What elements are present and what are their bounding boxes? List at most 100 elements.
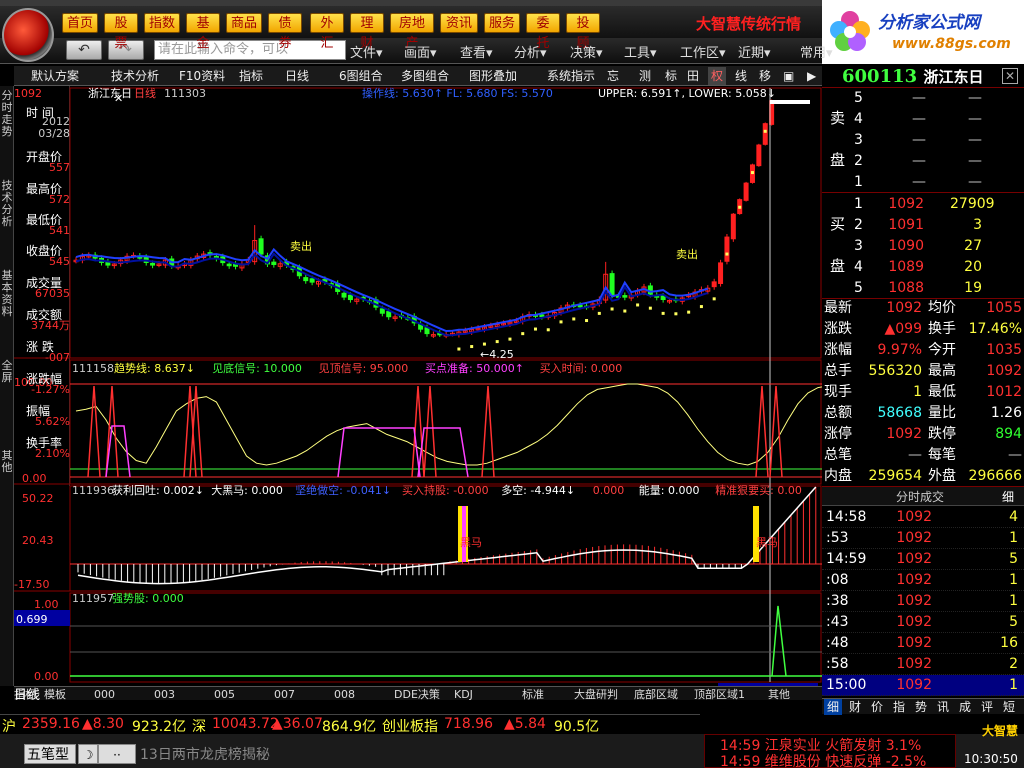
back-button[interactable]: ↶: [66, 40, 102, 60]
menu-6[interactable]: 外汇: [310, 13, 344, 51]
indicator-tab-3[interactable]: 003: [154, 688, 175, 702]
ticker-amount-1: 864.9亿: [322, 719, 377, 735]
ticker-amount-2: 90.5亿: [554, 719, 600, 735]
tab-6[interactable]: 多图组合: [398, 67, 452, 85]
menu-8[interactable]: 房地产: [390, 13, 434, 51]
tab-3[interactable]: 指标: [236, 67, 266, 85]
indicator-tab-11[interactable]: 底部区域: [634, 688, 678, 702]
menu-3[interactable]: 基金: [186, 13, 220, 51]
menu-0[interactable]: 首页: [62, 13, 98, 33]
input-mode-button[interactable]: 五笔型: [24, 744, 76, 764]
tab-16[interactable]: ▣: [780, 67, 797, 85]
menu2-item-2[interactable]: 查看▾: [460, 42, 493, 61]
menu-9[interactable]: 资讯: [440, 13, 478, 33]
tab-17[interactable]: ▶: [804, 67, 819, 85]
panel-frame-1: [69, 359, 822, 485]
tab-1[interactable]: 技术分析: [108, 67, 162, 85]
info-value-10: 2.10%: [35, 447, 70, 460]
tick-row-1: 1: [1009, 530, 1018, 546]
candle: [347, 294, 353, 301]
menu2-item-3[interactable]: 分析▾: [514, 42, 547, 61]
tab-2[interactable]: F10资料: [176, 67, 228, 85]
app-logo-icon[interactable]: [2, 8, 54, 62]
tab-0[interactable]: 默认方案: [28, 67, 82, 85]
menu-4[interactable]: 商品: [226, 13, 262, 33]
ticker-price-0: 2359.16: [22, 716, 80, 732]
signal-dot: [763, 129, 767, 133]
right-tab-5[interactable]: 讯: [934, 699, 952, 715]
right-tab-2[interactable]: 价: [868, 699, 886, 715]
menu2-item-7[interactable]: 近期▾: [738, 42, 771, 61]
right-tab-8[interactable]: 短: [1000, 699, 1018, 715]
menu-2[interactable]: 指数: [144, 13, 180, 33]
indicator-tab-4[interactable]: 005: [214, 688, 235, 702]
sell-annotation-1: 卖出: [290, 239, 312, 253]
menu2-item-1[interactable]: 画面▾: [404, 42, 437, 61]
sidebar-tab-3[interactable]: 全 屏: [0, 360, 14, 384]
menu2-item-0[interactable]: 文件▾: [350, 42, 383, 61]
menu2-item-6[interactable]: 工作区▾: [680, 42, 726, 61]
info-value-0: 2012 03/28: [38, 115, 70, 140]
tab-5[interactable]: 6图组合: [336, 67, 386, 85]
news-link[interactable]: 13日两市龙虎榜揭秘: [140, 744, 270, 764]
menu-10[interactable]: 服务: [484, 13, 520, 33]
indicator-tab-10[interactable]: 大盘研判: [574, 688, 618, 702]
tick-row-3: 1092: [896, 572, 932, 588]
indicator-tab-13[interactable]: 其他: [768, 688, 790, 702]
ticks-tab[interactable]: 细: [1002, 488, 1014, 505]
indicator-tab-2[interactable]: 000: [94, 688, 115, 702]
chart-area[interactable]: 浙江东日 日线 111303 操作线: 5.630↑ FL: 5.680 FS: 5.…: [14, 86, 822, 688]
sell-order-1: 4: [854, 111, 863, 127]
right-tab-7[interactable]: 评: [978, 699, 996, 715]
tab-11[interactable]: 标: [662, 67, 680, 85]
sidebar-tab-1[interactable]: 技 术 分 析: [0, 180, 14, 228]
tab-4[interactable]: 日线: [282, 67, 312, 85]
sidebar-tab-4[interactable]: 其 他: [0, 450, 14, 474]
alert-2[interactable]: 14:59 维维股份 快速反弹 -2.5%: [720, 751, 926, 768]
quote-row-5: 1.26: [990, 405, 1022, 421]
indicator-tab-1[interactable]: 模板: [44, 688, 66, 702]
tab-13[interactable]: 权: [708, 67, 727, 85]
indicator-tab-5[interactable]: 007: [274, 688, 295, 702]
indicator-tab-6[interactable]: 008: [334, 688, 355, 702]
tab-15[interactable]: 移: [756, 67, 774, 85]
menu2-item-4[interactable]: 决策▾: [570, 42, 603, 61]
sidebar-tab-0[interactable]: 分 时 走 势: [0, 90, 14, 138]
punct-button[interactable]: ··: [98, 744, 136, 764]
sidebar-tab-2[interactable]: 基 本 资 料: [0, 270, 14, 318]
menu-5[interactable]: 债券: [268, 13, 302, 51]
tab-10[interactable]: 测: [636, 67, 654, 85]
menu-1[interactable]: 股票: [104, 13, 138, 51]
tab-9[interactable]: 忘: [604, 67, 622, 85]
right-tab-3[interactable]: 指: [890, 699, 908, 715]
tab-8[interactable]: 系统指示: [544, 67, 598, 85]
tick-row-4: :38: [826, 593, 849, 609]
tab-7[interactable]: 图形叠加: [466, 67, 520, 85]
menu2-item-8[interactable]: 常用▾: [800, 42, 833, 61]
right-tab-0[interactable]: 细: [824, 699, 842, 715]
close-icon[interactable]: ✕: [1002, 68, 1018, 84]
menu-7[interactable]: 理财: [350, 13, 384, 51]
tick-row-2: 14:59: [826, 551, 867, 567]
buy-label: 买: [830, 215, 846, 233]
signal-dot: [610, 307, 614, 311]
right-tab-4[interactable]: 势: [912, 699, 930, 715]
tab-12[interactable]: 田: [684, 67, 702, 85]
panel-frame-0: [69, 87, 822, 359]
candle: [226, 263, 232, 267]
menu-12[interactable]: 投顾: [566, 13, 600, 51]
moon-icon[interactable]: ☽: [78, 744, 98, 764]
indicator-tab-8[interactable]: KDJ: [454, 688, 473, 702]
sell-label-2: 盘: [830, 151, 846, 169]
menu2-item-5[interactable]: 工具▾: [624, 42, 657, 61]
tab-14[interactable]: 线: [732, 67, 750, 85]
right-tab-6[interactable]: 成: [956, 699, 974, 715]
indicator-tab-7[interactable]: DDE决策: [394, 688, 440, 702]
indicator-tab-12[interactable]: 顶部区域1: [694, 688, 745, 702]
p3-legend-1: 大黑马: 0.000: [211, 483, 283, 497]
right-tab-1[interactable]: 财: [846, 699, 864, 715]
menu-11[interactable]: 委托: [526, 13, 560, 51]
indicator-tab-9[interactable]: 标准: [522, 688, 544, 702]
command-input[interactable]: 请在此输入命令，可以: [154, 40, 346, 60]
buy-order-0: 1092: [888, 196, 924, 212]
